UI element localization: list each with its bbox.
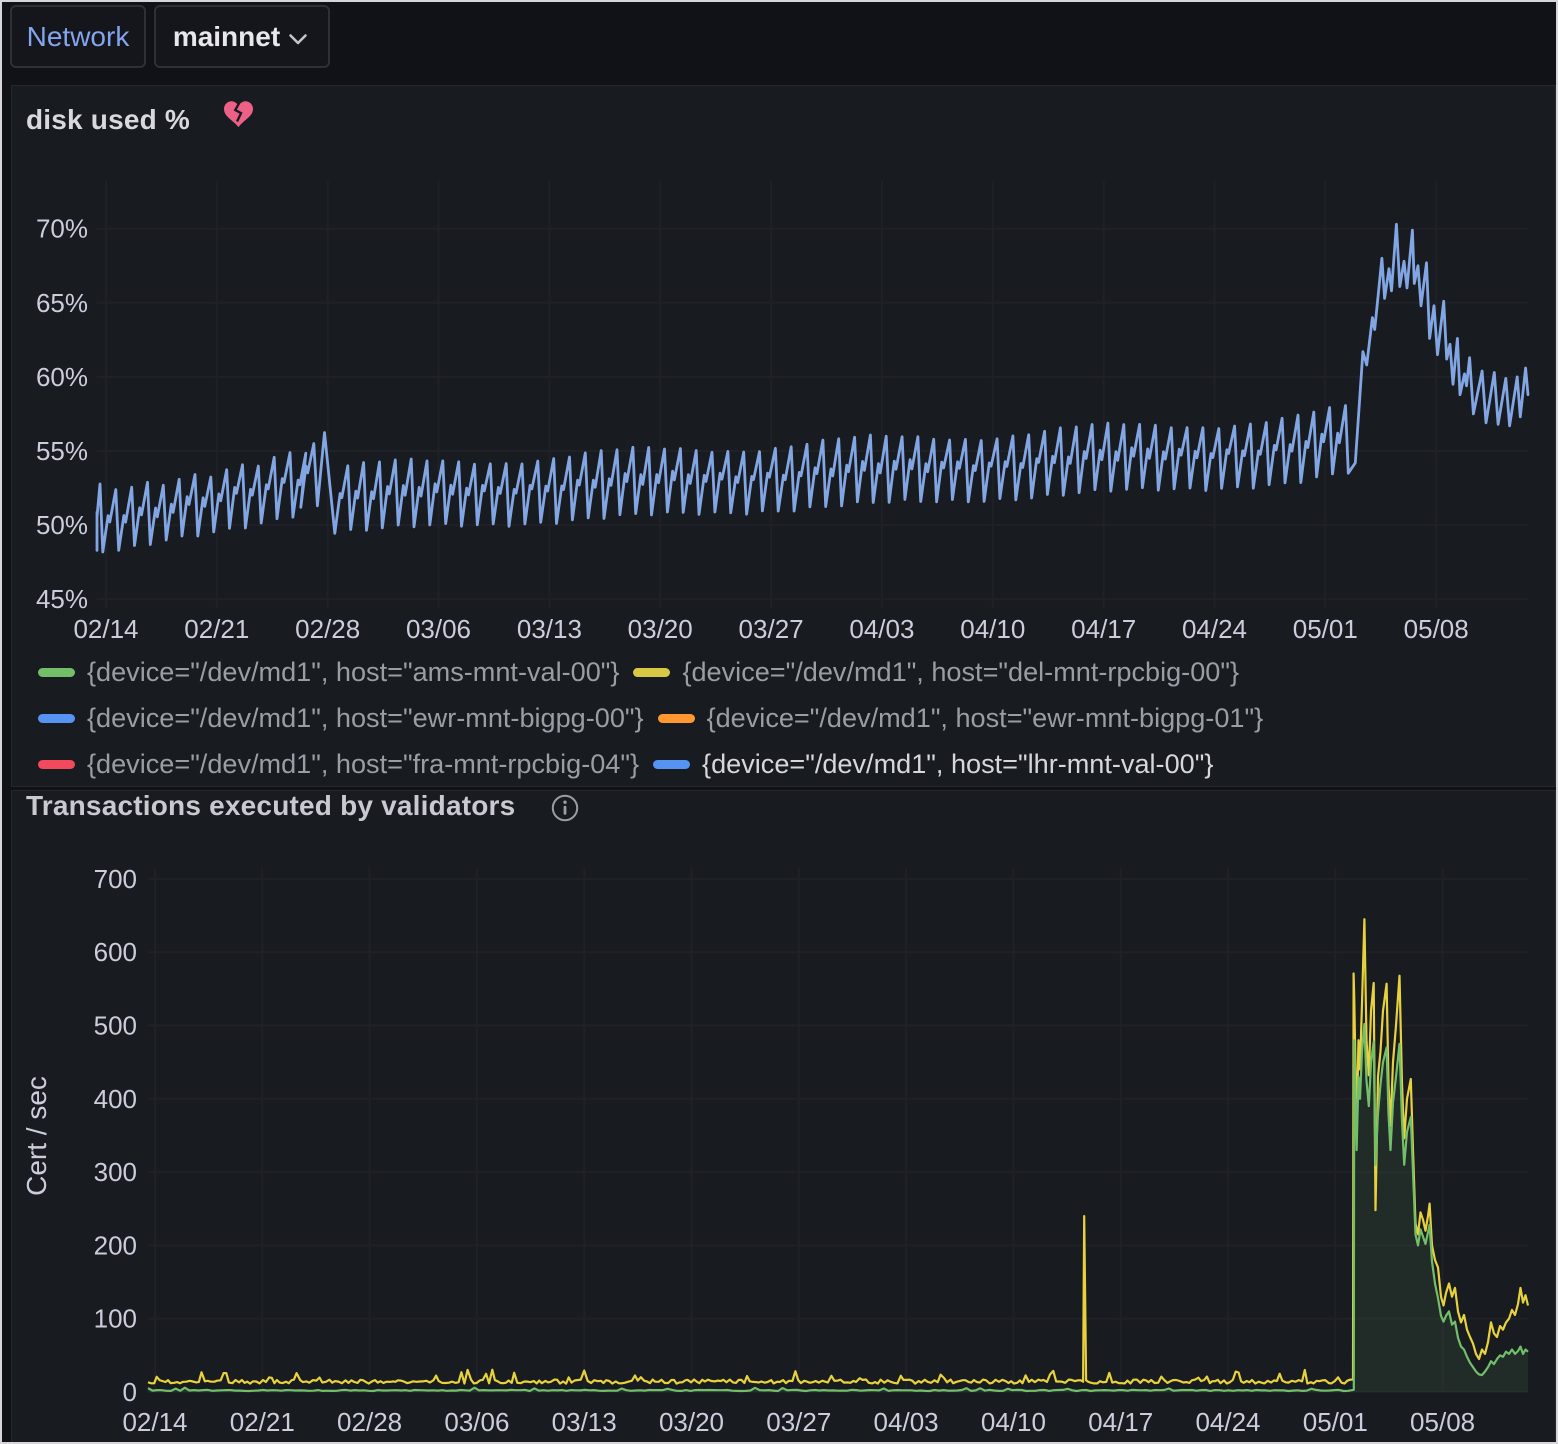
svg-text:02/21: 02/21 xyxy=(230,1407,295,1437)
svg-text:02/14: 02/14 xyxy=(73,614,138,644)
svg-text:03/27: 03/27 xyxy=(739,614,804,644)
svg-text:04/03: 04/03 xyxy=(874,1407,939,1437)
svg-text:04/24: 04/24 xyxy=(1182,614,1247,644)
svg-text:04/17: 04/17 xyxy=(1088,1407,1153,1437)
svg-text:02/21: 02/21 xyxy=(184,614,249,644)
svg-text:03/20: 03/20 xyxy=(659,1407,724,1437)
svg-text:03/06: 03/06 xyxy=(406,614,471,644)
svg-text:04/24: 04/24 xyxy=(1195,1407,1260,1437)
svg-text:400: 400 xyxy=(94,1084,137,1114)
svg-text:55%: 55% xyxy=(36,436,88,466)
svg-text:200: 200 xyxy=(94,1230,137,1260)
svg-text:50%: 50% xyxy=(36,510,88,540)
svg-text:45%: 45% xyxy=(36,584,88,614)
svg-text:Cert / sec: Cert / sec xyxy=(21,1076,52,1196)
svg-text:0: 0 xyxy=(123,1377,137,1407)
svg-text:03/27: 03/27 xyxy=(766,1407,831,1437)
svg-text:05/08: 05/08 xyxy=(1410,1407,1475,1437)
svg-text:05/01: 05/01 xyxy=(1293,614,1358,644)
svg-text:02/28: 02/28 xyxy=(337,1407,402,1437)
svg-text:65%: 65% xyxy=(36,288,88,318)
svg-text:04/10: 04/10 xyxy=(960,614,1025,644)
svg-text:03/13: 03/13 xyxy=(517,614,582,644)
svg-text:02/14: 02/14 xyxy=(122,1407,187,1437)
svg-text:100: 100 xyxy=(94,1304,137,1334)
svg-text:70%: 70% xyxy=(36,214,88,244)
svg-text:03/06: 03/06 xyxy=(444,1407,509,1437)
svg-text:600: 600 xyxy=(94,937,137,967)
svg-text:03/20: 03/20 xyxy=(628,614,693,644)
svg-text:04/10: 04/10 xyxy=(981,1407,1046,1437)
svg-text:05/08: 05/08 xyxy=(1404,614,1469,644)
svg-text:02/28: 02/28 xyxy=(295,614,360,644)
svg-text:05/01: 05/01 xyxy=(1303,1407,1368,1437)
svg-text:04/03: 04/03 xyxy=(849,614,914,644)
svg-text:60%: 60% xyxy=(36,362,88,392)
svg-text:03/13: 03/13 xyxy=(552,1407,617,1437)
svg-text:300: 300 xyxy=(94,1157,137,1187)
svg-text:700: 700 xyxy=(94,864,137,894)
svg-text:04/17: 04/17 xyxy=(1071,614,1136,644)
svg-text:500: 500 xyxy=(94,1011,137,1041)
